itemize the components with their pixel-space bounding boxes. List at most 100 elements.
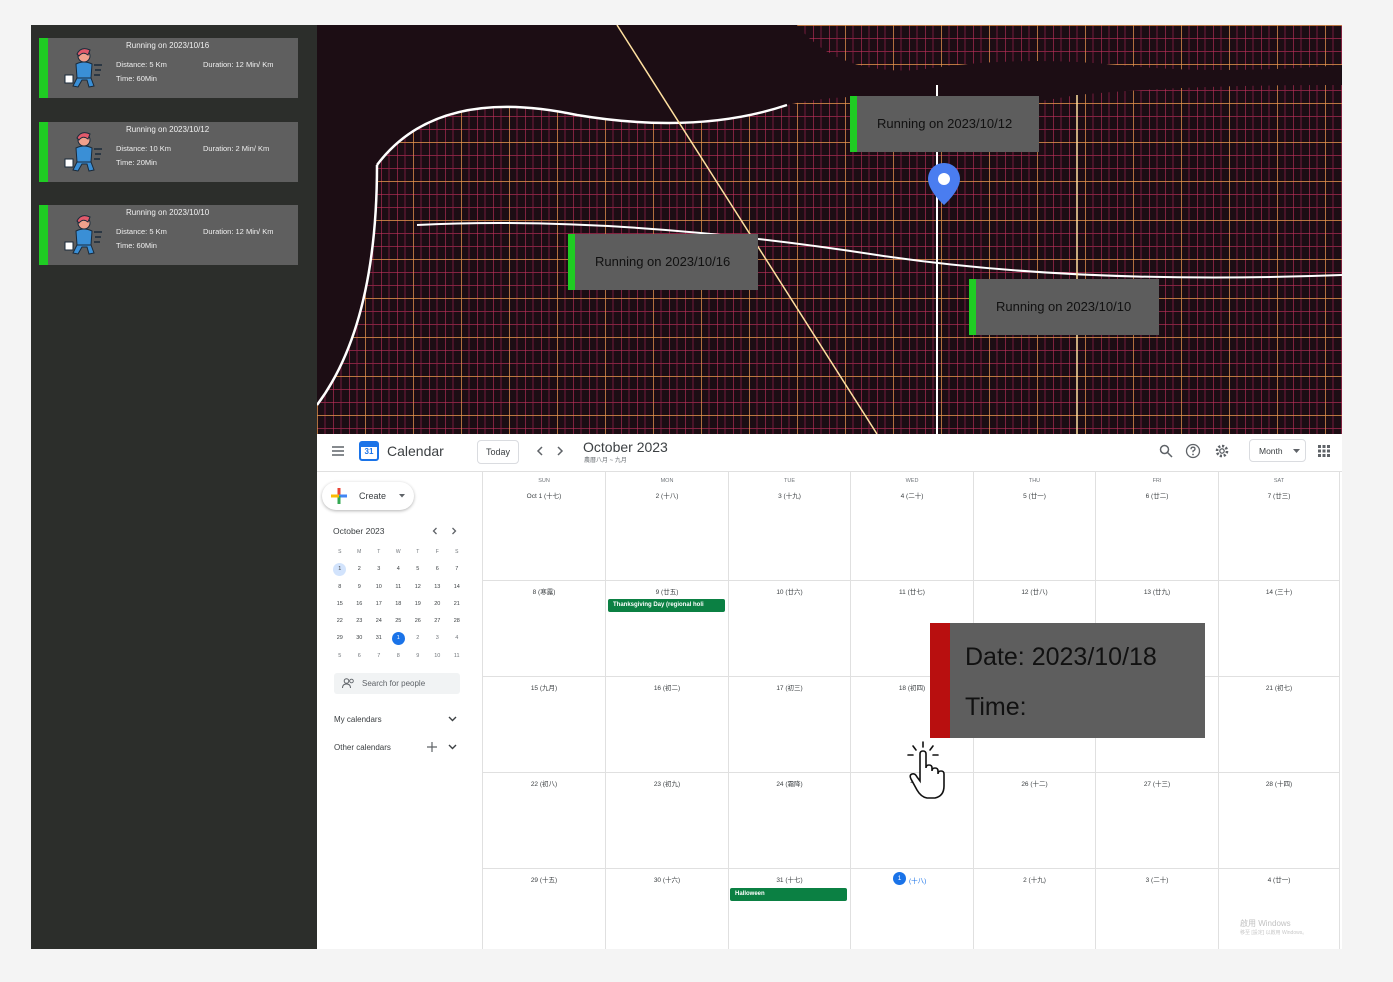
day-cell[interactable]: 27 (十三) bbox=[1095, 773, 1218, 869]
mini-day[interactable]: 7 bbox=[369, 648, 389, 665]
mini-day[interactable]: 30 bbox=[350, 630, 370, 647]
add-calendar-icon[interactable] bbox=[427, 742, 437, 752]
mini-day[interactable]: 2 bbox=[408, 630, 428, 647]
mini-day[interactable]: 4 bbox=[389, 561, 409, 578]
day-cell[interactable]: 2 (十九) bbox=[973, 869, 1095, 949]
mini-day[interactable]: 31 bbox=[369, 630, 389, 647]
run-card[interactable]: Running on 2023/10/12 Distance: 10 Km Du… bbox=[39, 122, 298, 182]
mini-day[interactable]: 5 bbox=[330, 648, 350, 665]
other-calendars-label[interactable]: Other calendars bbox=[334, 743, 391, 752]
mini-day[interactable]: 26 bbox=[408, 613, 428, 630]
mini-day[interactable]: 4 bbox=[447, 630, 467, 647]
search-people-field[interactable]: Search for people bbox=[334, 673, 460, 694]
day-cell[interactable]: 15 (九月) bbox=[482, 677, 605, 773]
mini-day[interactable]: 11 bbox=[447, 648, 467, 665]
day-cell[interactable]: 16 (初二) bbox=[605, 677, 728, 773]
day-cell[interactable]: 23 (初九) bbox=[605, 773, 728, 869]
chevron-down-icon[interactable] bbox=[448, 716, 457, 722]
day-cell[interactable]: 28 (十四) bbox=[1218, 773, 1340, 869]
day-cell[interactable]: 10 (廿六) bbox=[728, 581, 850, 677]
day-cell[interactable]: 22 (初八) bbox=[482, 773, 605, 869]
day-cell[interactable]: 17 (初三) bbox=[728, 677, 850, 773]
mini-day[interactable]: 11 bbox=[389, 579, 409, 596]
chevron-right-icon[interactable] bbox=[555, 445, 565, 457]
mini-day[interactable]: 3 bbox=[428, 630, 448, 647]
search-icon[interactable] bbox=[1159, 444, 1173, 458]
mini-day[interactable]: 12 bbox=[408, 579, 428, 596]
mini-day[interactable]: 19 bbox=[408, 596, 428, 613]
day-cell[interactable]: 4 (廿一) bbox=[1218, 869, 1340, 949]
main-menu-icon[interactable] bbox=[331, 445, 345, 457]
mini-day[interactable]: 13 bbox=[428, 579, 448, 596]
mini-day[interactable]: 2 bbox=[350, 561, 370, 578]
today-button[interactable]: Today bbox=[477, 440, 519, 464]
day-cell[interactable]: 9 (廿五) Thanksgiving Day (regional holi bbox=[605, 581, 728, 677]
mini-day[interactable]: 28 bbox=[447, 613, 467, 630]
mini-day[interactable]: 7 bbox=[447, 561, 467, 578]
mini-next-icon[interactable] bbox=[450, 527, 458, 535]
run-card[interactable]: Running on 2023/10/16 Distance: 5 Km Dur… bbox=[39, 38, 298, 98]
day-cell[interactable]: 14 (三十) bbox=[1218, 581, 1340, 677]
mini-day[interactable]: 8 bbox=[330, 579, 350, 596]
mini-day[interactable]: 3 bbox=[369, 561, 389, 578]
mini-day[interactable]: 17 bbox=[369, 596, 389, 613]
location-pin-icon[interactable] bbox=[926, 161, 962, 207]
map-run-label[interactable]: Running on 2023/10/10 bbox=[969, 279, 1159, 335]
mini-day[interactable]: 9 bbox=[350, 579, 370, 596]
chevron-down-icon[interactable] bbox=[448, 744, 457, 750]
settings-gear-icon[interactable] bbox=[1214, 443, 1230, 459]
day-cell[interactable]: FRI 6 (廿二) bbox=[1095, 471, 1218, 581]
map-run-label[interactable]: Running on 2023/10/12 bbox=[850, 96, 1039, 152]
day-cell[interactable]: SUN Oct 1 (十七) bbox=[482, 471, 605, 581]
day-cell[interactable]: 30 (十六) bbox=[605, 869, 728, 949]
mini-weekday-row: S M T W T F S bbox=[330, 544, 477, 561]
day-cell-today[interactable]: 1 (十八) bbox=[850, 869, 973, 949]
mini-day[interactable]: 25 bbox=[389, 613, 409, 630]
mini-day[interactable]: 10 bbox=[428, 648, 448, 665]
day-cell[interactable]: 24 (霜降) bbox=[728, 773, 850, 869]
mini-day[interactable]: 10 bbox=[369, 579, 389, 596]
event-thanksgiving[interactable]: Thanksgiving Day (regional holi bbox=[608, 599, 725, 612]
run-title: Running on 2023/10/10 bbox=[126, 208, 210, 217]
day-cell[interactable]: 29 (十五) bbox=[482, 869, 605, 949]
mini-day-today[interactable]: 1 bbox=[389, 630, 409, 647]
mini-day[interactable]: 27 bbox=[428, 613, 448, 630]
mini-day[interactable]: 9 bbox=[408, 648, 428, 665]
mini-day[interactable]: 21 bbox=[447, 596, 467, 613]
create-button[interactable]: Create bbox=[322, 482, 414, 510]
day-cell[interactable]: WED 4 (二十) bbox=[850, 471, 973, 581]
chevron-left-icon[interactable] bbox=[535, 445, 545, 457]
day-cell[interactable]: 21 (初七) bbox=[1218, 677, 1340, 773]
running-heatmap[interactable]: Running on 2023/10/12 Running on 2023/10… bbox=[317, 25, 1342, 434]
day-cell[interactable]: 3 (二十) bbox=[1095, 869, 1218, 949]
mini-day[interactable]: 18 bbox=[389, 596, 409, 613]
day-cell[interactable]: SAT 7 (廿三) bbox=[1218, 471, 1340, 581]
mini-day[interactable]: 15 bbox=[330, 596, 350, 613]
run-card[interactable]: Running on 2023/10/10 Distance: 5 Km Dur… bbox=[39, 205, 298, 265]
mini-day[interactable]: 20 bbox=[428, 596, 448, 613]
mini-prev-icon[interactable] bbox=[431, 527, 439, 535]
day-cell[interactable]: 26 (十二) bbox=[973, 773, 1095, 869]
help-icon[interactable] bbox=[1185, 443, 1201, 459]
mini-day[interactable]: 14 bbox=[447, 579, 467, 596]
map-run-label[interactable]: Running on 2023/10/16 bbox=[568, 234, 758, 290]
mini-day[interactable]: 5 bbox=[408, 561, 428, 578]
day-cell[interactable]: 8 (寒露) bbox=[482, 581, 605, 677]
mini-day[interactable]: 22 bbox=[330, 613, 350, 630]
mini-day[interactable]: 1 bbox=[330, 561, 350, 578]
mini-day[interactable]: 8 bbox=[389, 648, 409, 665]
day-cell[interactable]: MON 2 (十八) bbox=[605, 471, 728, 581]
mini-day[interactable]: 6 bbox=[428, 561, 448, 578]
mini-day[interactable]: 16 bbox=[350, 596, 370, 613]
apps-grid-icon[interactable] bbox=[1318, 445, 1330, 457]
mini-day[interactable]: 6 bbox=[350, 648, 370, 665]
day-cell[interactable]: 31 (十七) Halloween bbox=[728, 869, 850, 949]
mini-day[interactable]: 29 bbox=[330, 630, 350, 647]
day-cell[interactable]: TUE 3 (十九) bbox=[728, 471, 850, 581]
day-cell[interactable]: THU 5 (廿一) bbox=[973, 471, 1095, 581]
mini-day[interactable]: 24 bbox=[369, 613, 389, 630]
my-calendars-label[interactable]: My calendars bbox=[334, 715, 382, 724]
view-selector[interactable]: Month bbox=[1249, 439, 1306, 462]
mini-day[interactable]: 23 bbox=[350, 613, 370, 630]
event-halloween[interactable]: Halloween bbox=[730, 888, 847, 901]
